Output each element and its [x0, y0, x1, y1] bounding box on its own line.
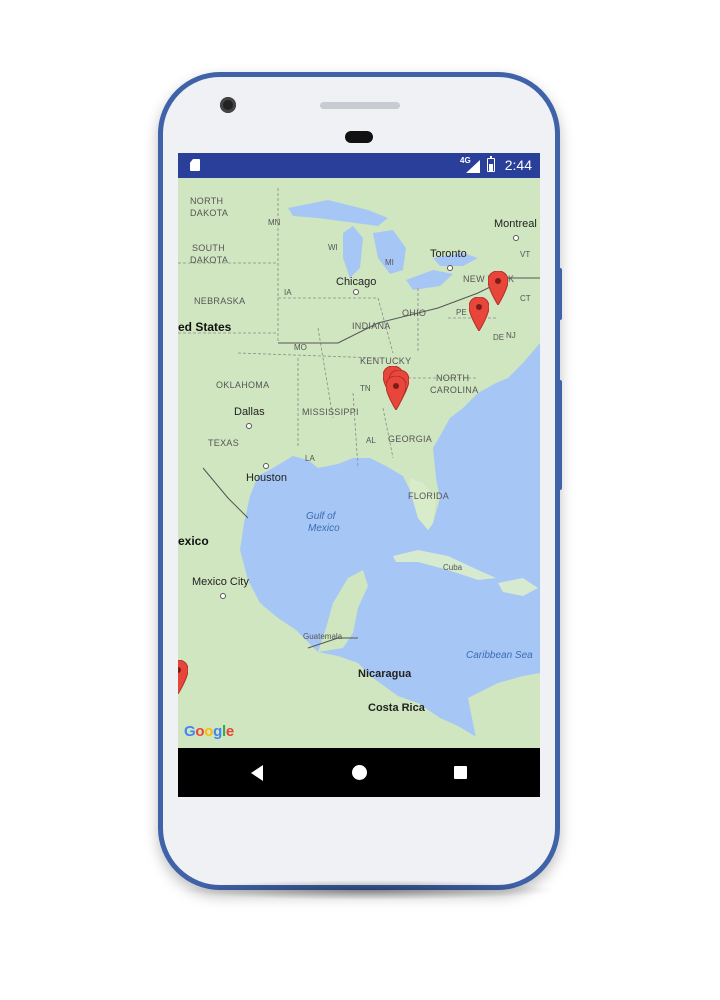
marker-new-york[interactable] — [488, 271, 508, 305]
google-logo[interactable]: Google — [184, 723, 234, 740]
status-bar: 4G 2:44 — [178, 153, 540, 178]
status-time: 2:44 — [504, 157, 532, 173]
phone-shadow — [178, 880, 558, 900]
signal-icon — [466, 160, 480, 173]
marker-tennessee-3[interactable] — [386, 376, 406, 410]
recent-apps-icon[interactable] — [454, 766, 467, 779]
home-icon[interactable] — [352, 765, 367, 780]
earpiece-speaker — [320, 102, 400, 109]
back-icon[interactable] — [251, 765, 263, 781]
sd-card-icon — [190, 159, 200, 171]
battery-icon — [487, 156, 495, 172]
city-dots — [220, 235, 519, 599]
front-camera — [220, 97, 236, 113]
screen: 4G 2:44 NORTH DAKOTA SOUTH DAKOTA NEBRAS… — [178, 153, 540, 797]
volume-button[interactable] — [558, 380, 562, 490]
marker-mexico-pacific[interactable] — [178, 660, 188, 694]
marker-pennsylvania[interactable] — [469, 297, 489, 331]
map-view[interactable]: NORTH DAKOTA SOUTH DAKOTA NEBRASKA ed St… — [178, 178, 540, 748]
power-button[interactable] — [558, 268, 562, 320]
navigation-bar — [178, 748, 540, 797]
proximity-sensor — [345, 131, 373, 143]
